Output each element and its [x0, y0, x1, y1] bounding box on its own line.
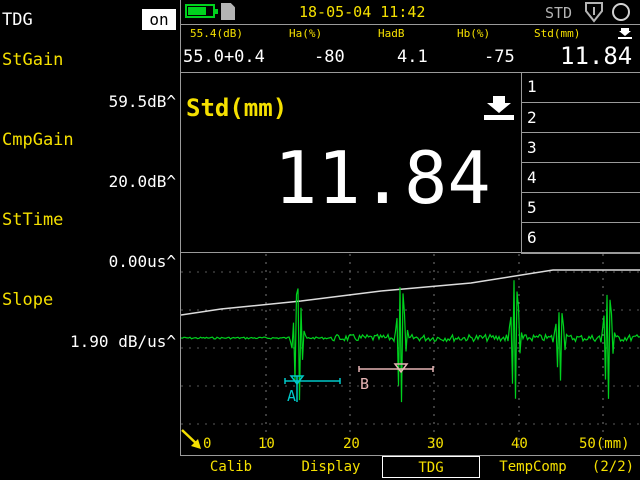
x-tick-label: 10 [258, 436, 275, 452]
slot-3[interactable]: 3 [521, 132, 640, 163]
gate-b [358, 363, 434, 374]
slot-1[interactable]: 1 [521, 72, 640, 102]
ascan-waveform [181, 280, 640, 403]
param-sttime-value[interactable]: 0.00us^ [109, 252, 176, 271]
slot-2[interactable]: 2 [521, 102, 640, 133]
ascan-plot[interactable]: A B 0 10 20 30 40 50(mm) [181, 252, 640, 455]
readout-value-ha: -80 [314, 47, 345, 67]
big-readout-value: 11.84 [274, 136, 491, 220]
sd-card-icon [221, 3, 235, 20]
readout-label-std: Std(mm) [534, 27, 581, 40]
x-tick-label: 30 [427, 436, 444, 452]
x-tick-label: 0 [203, 436, 211, 452]
menu-calib[interactable]: Calib [192, 455, 270, 480]
readout-label-gain: 55.4(dB) [190, 27, 243, 40]
readout-value-hadb: 4.1 [397, 47, 428, 67]
tdg-curve [181, 269, 640, 316]
tdg-toggle[interactable]: on [142, 9, 176, 30]
param-slope-value[interactable]: 1.90 dB/us^ [70, 332, 176, 351]
x-tick-label: 20 [343, 436, 360, 452]
x-tick-label: 40 [511, 436, 528, 452]
battery-icon [185, 4, 218, 18]
readout-label-ha: Ha(%) [289, 27, 323, 40]
param-cmpgain-value[interactable]: 20.0dB^ [109, 172, 176, 191]
mode-label: TDG [2, 10, 33, 30]
readout-value-gain: 55.0+0.4 [183, 47, 265, 67]
readout-label-hadb: HadB [378, 27, 405, 40]
param-stgain-value[interactable]: 59.5dB^ [109, 92, 176, 111]
slot-5[interactable]: 5 [521, 192, 640, 223]
freeze-icon [585, 2, 603, 23]
x-tick-label: 50(mm) [579, 436, 630, 452]
parameter-sidebar: TDG on StGain 59.5dB^ CmpGain 20.0dB^ St… [0, 0, 181, 455]
menu-page-indicator[interactable]: (2/2) [588, 455, 638, 480]
param-cmpgain-label: CmpGain [2, 130, 74, 150]
datetime: 18-05-04 11:42 [299, 3, 426, 21]
std-reference-icon [618, 28, 632, 39]
menu-tempcomp[interactable]: TempComp [488, 455, 578, 480]
readout-value-hb: -75 [484, 47, 515, 67]
record-icon [612, 3, 630, 21]
menu-display[interactable]: Display [286, 455, 376, 480]
param-stgain-label: StGain [2, 50, 64, 70]
gate-b-label: B [360, 375, 369, 393]
param-slope-label: Slope [2, 290, 54, 310]
readout-label-hb: Hb(%) [457, 27, 491, 40]
big-readout-label: Std(mm) [186, 94, 288, 122]
menu-tdg[interactable]: TDG [382, 456, 480, 478]
status-bar: 18-05-04 11:42 STD [181, 0, 640, 25]
mode-indicator: STD [545, 4, 573, 22]
readout-value-std: 11.84 [560, 42, 633, 70]
slot-4[interactable]: 4 [521, 162, 640, 193]
param-sttime-label: StTime [2, 210, 64, 230]
big-readout-arrow-icon [484, 96, 514, 120]
slot-6[interactable]: 6 [521, 222, 640, 254]
scale-arrow-icon [181, 429, 201, 449]
gate-a-label: A [287, 387, 296, 405]
